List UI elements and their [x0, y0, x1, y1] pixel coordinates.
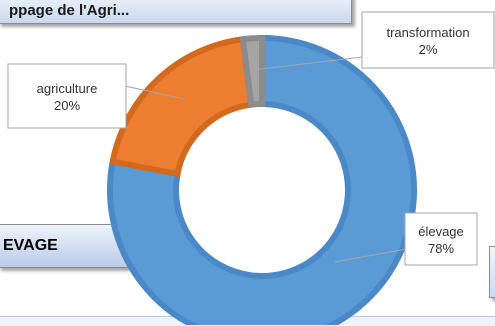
donut-chart: élevage 78% agriculture 20% transformation 2% [7, 11, 495, 325]
data-label-box-transformation [361, 11, 495, 69]
data-label-category-transformation: transformation [386, 25, 469, 40]
data-label-box-agriculture [7, 63, 127, 129]
data-label-value-agriculture: 20% [54, 98, 80, 113]
data-label-value-elevage: 78% [428, 241, 454, 256]
data-label-category-agriculture: agriculture [37, 81, 98, 96]
slice-agriculture [109, 35, 255, 178]
data-label-value-transformation: 2% [419, 42, 438, 57]
data-label-category-elevage: élevage [418, 224, 464, 239]
data-label-box-elevage [404, 212, 478, 266]
